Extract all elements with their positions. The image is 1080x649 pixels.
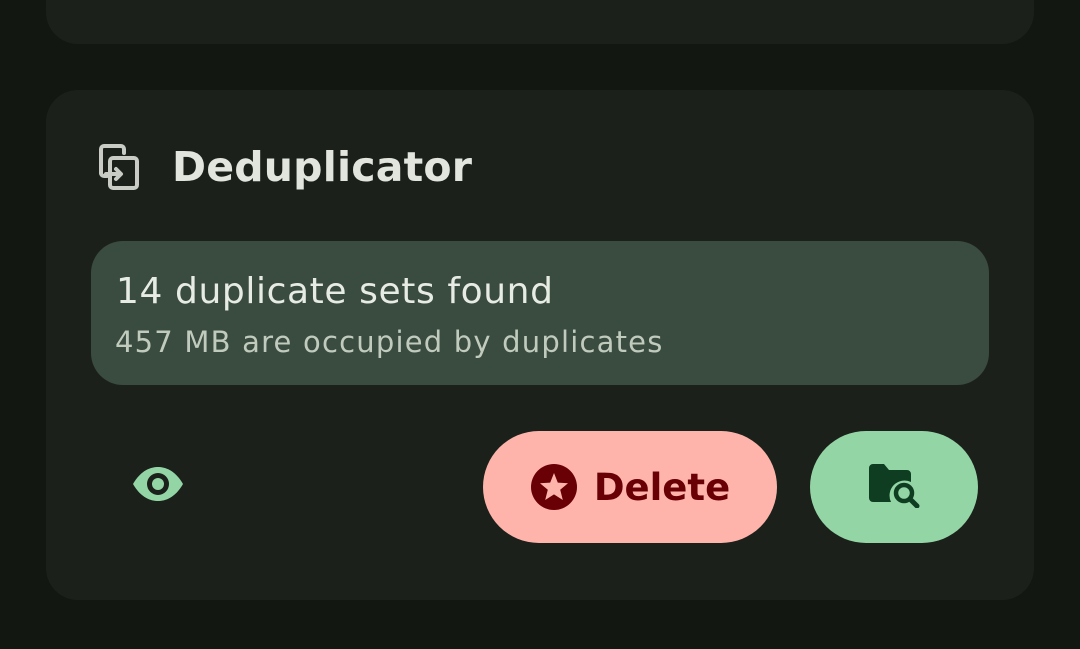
browse-duplicates-button[interactable] bbox=[810, 431, 978, 543]
duplicate-copy-icon bbox=[94, 140, 142, 194]
delete-label: Delete bbox=[593, 465, 731, 509]
deduplicator-card: Deduplicator 14 duplicate sets found 457… bbox=[46, 90, 1034, 600]
eye-icon bbox=[131, 466, 185, 506]
delete-button[interactable]: Delete bbox=[483, 431, 777, 543]
occupied-space-text: 457 MB are occupied by duplicates bbox=[115, 325, 664, 359]
duplicates-summary[interactable]: 14 duplicate sets found 457 MB are occup… bbox=[91, 241, 989, 385]
duplicate-sets-count: 14 duplicate sets found bbox=[116, 271, 554, 312]
star-badge-icon bbox=[530, 463, 578, 511]
card-header: Deduplicator bbox=[94, 140, 472, 194]
previous-tool-card bbox=[46, 0, 1034, 44]
page: Deduplicator 14 duplicate sets found 457… bbox=[0, 0, 1080, 649]
preview-button[interactable] bbox=[116, 450, 200, 522]
card-title: Deduplicator bbox=[172, 143, 473, 191]
folder-search-icon bbox=[867, 462, 921, 512]
